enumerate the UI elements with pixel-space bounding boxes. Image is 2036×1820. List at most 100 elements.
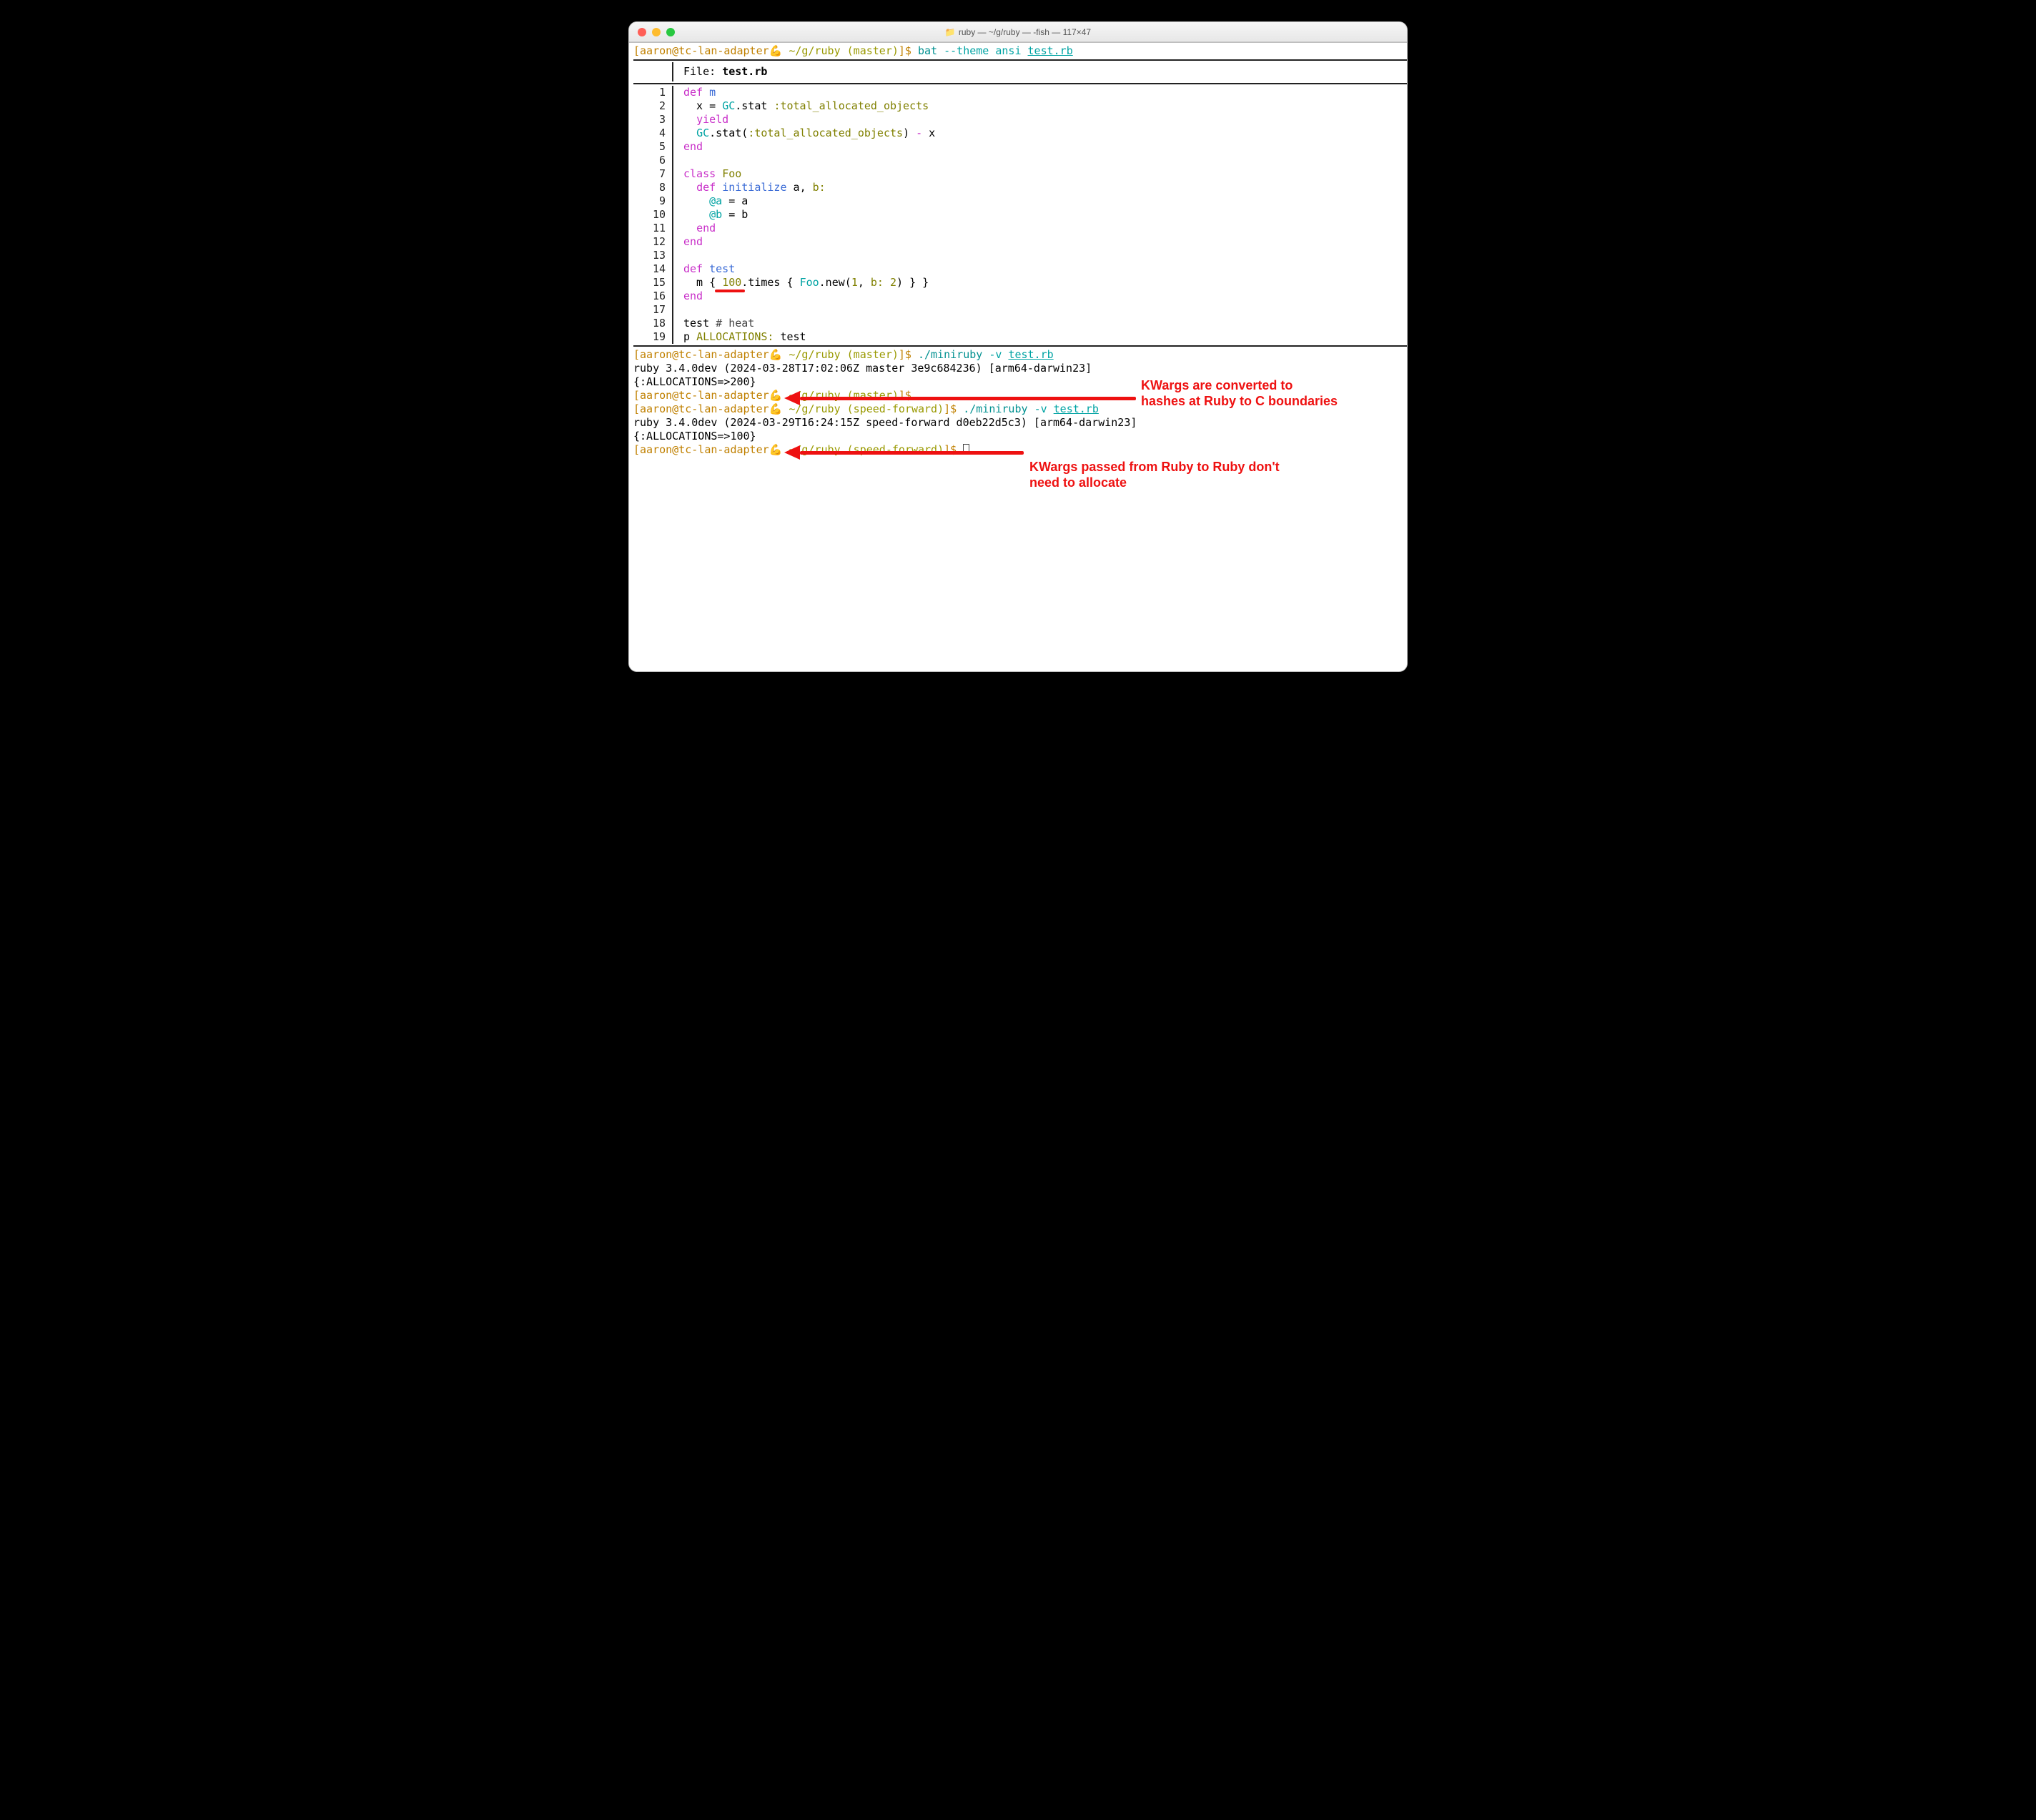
token: @a: [709, 194, 722, 207]
token: 100: [722, 276, 741, 289]
line-content: [673, 303, 690, 317]
prompt-line-miniruby-master: [aaron@tc-lan-adapter💪 ~/g/ruby (master)…: [633, 348, 1407, 362]
cmd-arg: test.rb: [1028, 44, 1073, 57]
line-content: def initialize a, b:: [673, 181, 826, 194]
line-content: [673, 154, 690, 167]
path-branch: ~/g/ruby (master): [789, 348, 899, 361]
token: a: [794, 181, 800, 194]
arrow-head-icon: [784, 445, 800, 460]
token: test: [683, 317, 716, 330]
code-line: 9 @a = a: [633, 194, 1407, 208]
folder-icon: 📁: [945, 27, 956, 37]
line-content: yield: [673, 113, 728, 127]
token: [683, 113, 696, 126]
token: [683, 127, 696, 139]
token: initialize: [722, 181, 793, 194]
line-number: 11: [633, 222, 673, 235]
token: end: [683, 235, 703, 248]
line-content: p ALLOCATIONS: test: [673, 330, 806, 344]
token: [683, 222, 696, 234]
code-line: 6: [633, 154, 1407, 167]
token: Foo: [800, 276, 819, 289]
path-branch: ~/g/ruby (master): [789, 44, 899, 57]
window-title: 📁ruby — ~/g/ruby — -fish — 117×47: [629, 27, 1407, 37]
token: Foo: [722, 167, 741, 180]
line-number: 3: [633, 113, 673, 127]
code-line: 4 GC.stat(:total_allocated_objects) - x: [633, 127, 1407, 140]
ruby-version-line: ruby 3.4.0dev (2024-03-28T17:02:06Z mast…: [633, 362, 1407, 375]
code-line: 16end: [633, 290, 1407, 303]
token: ,: [800, 181, 813, 194]
code-line: 17: [633, 303, 1407, 317]
code-line: 18test # heat: [633, 317, 1407, 330]
annotation-line: hashes at Ruby to C boundaries: [1141, 393, 1338, 409]
token: b:: [813, 181, 826, 194]
line-number: 8: [633, 181, 673, 194]
token: 2: [890, 276, 896, 289]
ruby-version-line-speed: ruby 3.4.0dev (2024-03-29T16:24:15Z spee…: [633, 416, 1407, 430]
line-content: end: [673, 235, 703, 249]
token: .stat: [735, 99, 774, 112]
user-host: [aaron@tc-lan-adapter: [633, 44, 769, 57]
line-number: 15: [633, 276, 673, 290]
code-line: 12 end: [633, 235, 1407, 249]
token: ALLOCATIONS:: [696, 330, 774, 343]
token: end: [696, 222, 716, 234]
underline-annotation: [715, 290, 745, 292]
line-content: def m: [673, 86, 716, 99]
arrow-annotation-1: [786, 391, 1136, 405]
token: def: [683, 262, 709, 275]
arrow-shaft: [800, 451, 1024, 455]
token: yield: [696, 113, 728, 126]
bat-header: File: test.rb: [633, 62, 1407, 81]
token: ) } }: [896, 276, 929, 289]
arrow-head-icon: [784, 391, 800, 405]
token: .new(: [819, 276, 851, 289]
line-content: @a = a: [673, 194, 748, 208]
token: GC: [722, 99, 735, 112]
token: def: [683, 86, 709, 99]
token: # heat: [716, 317, 754, 330]
cmd-arg: test.rb: [1008, 348, 1053, 361]
token: 1: [851, 276, 858, 289]
line-content: [673, 249, 690, 262]
rule: [633, 59, 1407, 61]
line-number: 10: [633, 208, 673, 222]
line-number: 13: [633, 249, 673, 262]
gutter: [633, 62, 673, 81]
line-content: end: [673, 290, 703, 303]
flex-icon: 💪: [769, 348, 783, 361]
line-number: 6: [633, 154, 673, 167]
token: x =: [683, 99, 722, 112]
code-line: 11 end: [633, 222, 1407, 235]
token: m {: [683, 276, 722, 289]
user-host: [aaron@tc-lan-adapter: [633, 443, 769, 456]
titlebar[interactable]: 📁ruby — ~/g/ruby — -fish — 117×47: [629, 22, 1407, 42]
cmd-opt: -v: [989, 348, 1008, 361]
line-content: end: [673, 222, 716, 235]
line-number: 17: [633, 303, 673, 317]
token: m: [709, 86, 716, 99]
flex-icon: 💪: [769, 443, 783, 456]
token: class: [683, 167, 722, 180]
code-line: 19p ALLOCATIONS: test: [633, 330, 1407, 344]
code-line: 3 yield: [633, 113, 1407, 127]
line-content: end: [673, 140, 703, 154]
token: [683, 181, 696, 194]
code-line: 1def m: [633, 86, 1407, 99]
code-line: 10 @b = b: [633, 208, 1407, 222]
token: @b: [709, 208, 722, 221]
token: ,: [858, 276, 871, 289]
flex-icon: 💪: [769, 44, 783, 57]
terminal-window: 📁ruby — ~/g/ruby — -fish — 117×47 [aaron…: [628, 21, 1408, 672]
spacer: [633, 457, 1407, 628]
token: .stat(: [709, 127, 748, 139]
line-number: 7: [633, 167, 673, 181]
file-header: File: test.rb: [673, 62, 767, 81]
code-line: 7 class Foo: [633, 167, 1407, 181]
user-host: [aaron@tc-lan-adapter: [633, 348, 769, 361]
annotation-text-2: KWargs passed from Ruby to Ruby don't ne…: [1029, 459, 1280, 490]
terminal-area[interactable]: [aaron@tc-lan-adapter💪 ~/g/ruby (master)…: [629, 42, 1407, 671]
rule: [633, 83, 1407, 84]
line-number: 12: [633, 235, 673, 249]
